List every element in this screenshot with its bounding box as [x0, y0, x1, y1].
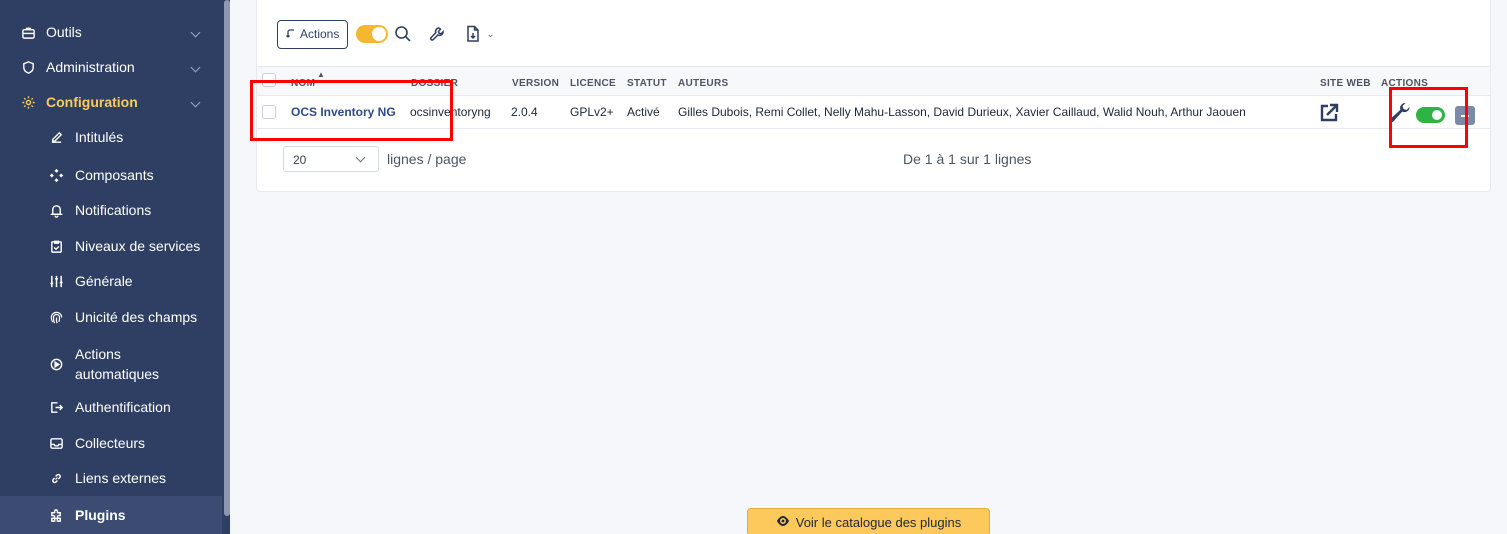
sidebar-item-label: Liens externes — [75, 470, 167, 486]
view-catalog-button[interactable]: Voir le catalogue des plugins — [747, 508, 990, 534]
sidebar-item-label: Niveaux de services — [75, 238, 201, 254]
pagination-count: De 1 à 1 sur 1 lignes — [903, 151, 1032, 167]
adjustments-icon — [48, 273, 64, 289]
sidebar-section-label: Configuration — [46, 94, 138, 110]
toolbar: Actions ⌄ — [277, 19, 495, 49]
eye-icon — [776, 515, 790, 530]
rows-per-page-label: lignes / page — [387, 151, 467, 167]
annotation-box-plugin-name — [250, 80, 453, 141]
sidebar: Outils Administration Configuration Inti… — [0, 0, 230, 534]
plugin-status: Activé — [627, 105, 660, 119]
sidebar-section-label: Administration — [46, 59, 135, 75]
sidebar-item-intitules[interactable]: Intitulés — [0, 125, 222, 149]
rows-per-page-select[interactable]: 20 — [283, 146, 379, 172]
sidebar-section-outils[interactable]: Outils — [0, 20, 222, 44]
gear-icon — [20, 94, 36, 110]
shield-icon — [20, 59, 36, 75]
sidebar-item-label: Notifications — [75, 202, 152, 218]
column-header-version[interactable]: VERSION — [512, 78, 559, 89]
wrench-icon[interactable] — [426, 23, 448, 45]
chevron-down-icon[interactable]: ⌄ — [486, 29, 494, 40]
sidebar-item-label: Composants — [75, 167, 154, 183]
external-link-icon[interactable] — [1318, 102, 1340, 129]
column-header-authors[interactable]: AUTEURS — [678, 78, 728, 89]
edit-icon — [48, 129, 64, 145]
actions-button[interactable]: Actions — [277, 19, 349, 49]
sidebar-item-notifications[interactable]: Notifications — [0, 198, 222, 222]
sidebar-item-generale[interactable]: Générale — [0, 269, 222, 293]
sidebar-item-unicite-des-champs[interactable]: Unicité des champs — [0, 305, 222, 329]
sidebar-item-plugins[interactable]: Plugins — [0, 496, 222, 534]
login-icon — [48, 399, 64, 415]
sidebar-item-label: Unicité des champs — [75, 309, 198, 325]
file-export-icon[interactable] — [462, 23, 484, 45]
sidebar-section-administration[interactable]: Administration — [0, 55, 222, 79]
components-icon — [48, 167, 64, 183]
sidebar-item-actions-automatiques[interactable]: Actions automatiques — [0, 344, 222, 384]
clipboard-check-icon — [48, 238, 64, 254]
bell-icon — [48, 202, 64, 218]
fingerprint-icon — [48, 309, 64, 325]
sidebar-item-label: Plugins — [75, 507, 126, 523]
chevron-down-icon — [355, 152, 366, 163]
sidebar-section-label: Outils — [46, 24, 82, 40]
sidebar-scrollbar[interactable] — [224, 0, 230, 516]
return-arrow-icon — [286, 27, 296, 41]
sidebar-item-label-line1: Actions — [75, 346, 121, 362]
puzzle-icon — [48, 507, 64, 523]
search-icon[interactable] — [392, 23, 414, 45]
actions-button-label: Actions — [300, 27, 340, 41]
briefcase-icon — [20, 24, 36, 40]
column-header-status[interactable]: STATUT — [627, 78, 667, 89]
column-header-license[interactable]: LICENCE — [570, 78, 616, 89]
sidebar-item-label: Intitulés — [75, 129, 124, 145]
rows-per-page-value: 20 — [293, 153, 307, 167]
automation-icon — [48, 356, 64, 372]
plugin-version: 2.0.4 — [511, 105, 538, 119]
sidebar-item-niveaux-de-services[interactable]: Niveaux de services — [0, 234, 222, 258]
sidebar-item-collecteurs[interactable]: Collecteurs — [0, 431, 222, 455]
toggle-switch[interactable] — [356, 25, 389, 43]
annotation-box-actions — [1389, 87, 1468, 148]
plugin-authors: Gilles Dubois, Remi Collet, Nelly Mahu-L… — [678, 105, 1246, 119]
chevron-down-icon — [190, 62, 201, 72]
chevron-down-icon — [190, 27, 201, 37]
sidebar-item-liens-externes[interactable]: Liens externes — [0, 466, 222, 490]
sidebar-item-label: Générale — [75, 273, 133, 289]
inbox-icon — [48, 435, 64, 451]
sidebar-menu: Outils Administration Configuration Inti… — [0, 0, 222, 534]
view-catalog-label: Voir le catalogue des plugins — [795, 514, 962, 530]
sidebar-item-label-line2: automatiques — [75, 366, 160, 382]
sidebar-item-label: Actions automatiques — [75, 344, 159, 384]
sidebar-item-composants[interactable]: Composants — [0, 163, 222, 187]
plugin-license: GPLv2+ — [570, 105, 614, 119]
sidebar-item-authentification[interactable]: Authentification — [0, 395, 222, 419]
chevron-down-icon — [190, 97, 201, 107]
link-icon — [48, 470, 64, 486]
sidebar-section-configuration[interactable]: Configuration — [0, 90, 222, 114]
sort-asc-icon: ▲ — [317, 70, 325, 79]
column-header-website: SITE WEB — [1320, 78, 1371, 89]
sidebar-item-label: Authentification — [75, 399, 171, 415]
sidebar-item-label: Collecteurs — [75, 435, 146, 451]
